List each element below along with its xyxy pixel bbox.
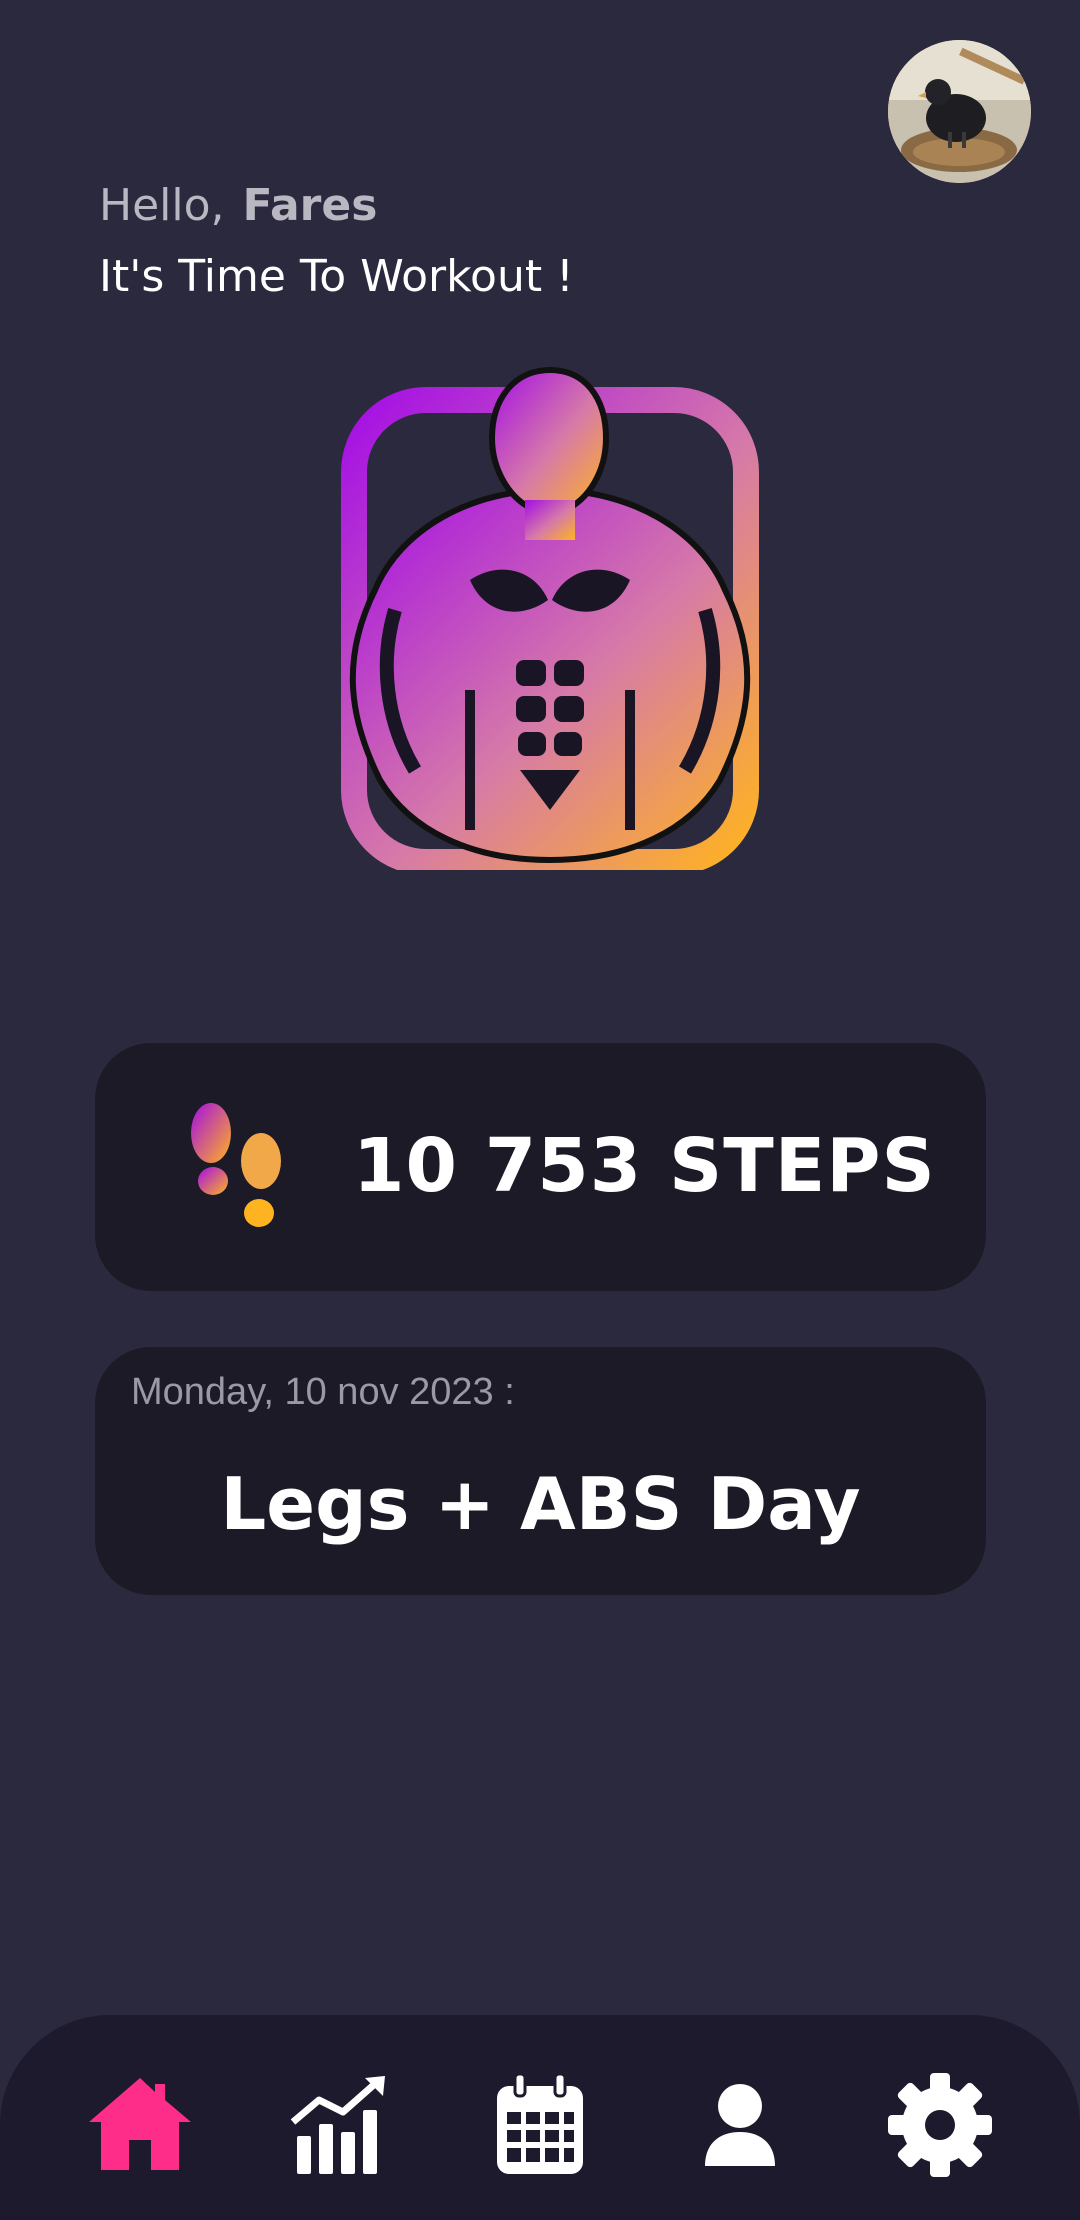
page-subtitle: It's Time To Workout ! <box>99 251 574 302</box>
gear-icon <box>888 2073 992 2177</box>
home-icon <box>89 2078 191 2170</box>
nav-calendar-button[interactable] <box>485 2070 595 2180</box>
bottom-nav <box>0 2015 1080 2220</box>
avatar-photo <box>888 40 1031 183</box>
user-icon <box>705 2084 775 2166</box>
nav-settings-button[interactable] <box>885 2070 995 2180</box>
footprints-icon <box>187 1103 287 1233</box>
chart-icon <box>290 2076 385 2174</box>
workout-card[interactable]: Monday, 10 nov 2023 : Legs + ABS Day <box>95 1347 986 1595</box>
workout-date: Monday, 10 nov 2023 : <box>131 1371 515 1413</box>
nav-profile-button[interactable] <box>685 2070 795 2180</box>
steps-card[interactable]: 10 753 STEPS <box>95 1043 986 1291</box>
calendar-icon <box>497 2072 583 2174</box>
user-name: Fares <box>242 180 378 231</box>
steps-count: 10 753 STEPS <box>353 1123 936 1209</box>
nav-home-button[interactable] <box>85 2070 195 2180</box>
avatar[interactable] <box>888 40 1031 183</box>
nav-statistics-button[interactable] <box>285 2070 395 2180</box>
greeting: Hello, Fares <box>99 176 377 236</box>
workout-title: Legs + ABS Day <box>220 1462 861 1546</box>
greeting-label: Hello, <box>99 180 225 231</box>
muscle-man-logo <box>320 360 780 875</box>
